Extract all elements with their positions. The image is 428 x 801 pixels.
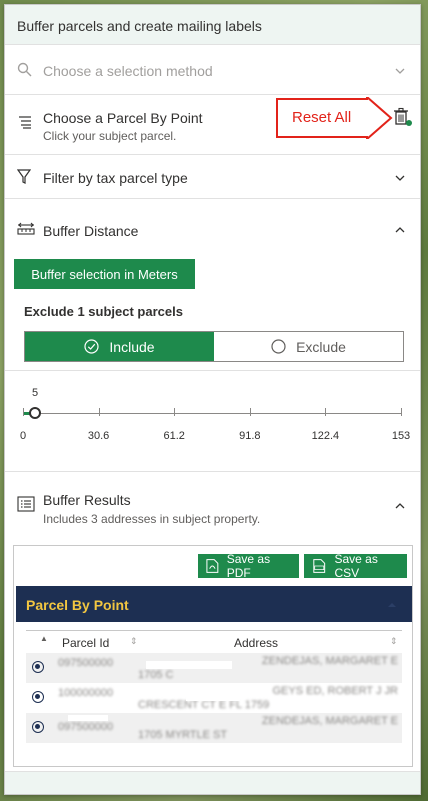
parcel-id-cell: 100000000 [58, 687, 114, 699]
slider-value: 5 [32, 387, 39, 399]
filter-row[interactable]: Filter by tax parcel type [5, 155, 420, 199]
slider-tick-label: 122.4 [311, 430, 340, 442]
redaction [186, 693, 240, 701]
ruler-icon [17, 222, 35, 235]
exclude-option[interactable]: Exclude [214, 332, 403, 361]
slider-tick-label: 61.2 [163, 430, 185, 442]
address-line-2: 1705 C [138, 669, 174, 681]
row-select-radio[interactable] [32, 691, 44, 703]
chevron-down-icon [395, 68, 405, 74]
list-icon [19, 116, 31, 129]
pdf-file-icon [206, 559, 219, 573]
slider-tick [249, 408, 251, 416]
row-select-radio[interactable] [32, 721, 44, 733]
save-pdf-label: Save as PDF [226, 552, 271, 580]
parcel-id-cell: 097500000 [58, 657, 114, 669]
parcel-by-point-title: Choose a Parcel By Point [43, 110, 203, 126]
include-exclude-toggle: Include Exclude [24, 331, 404, 362]
radio-empty-icon [271, 339, 286, 354]
include-label: Include [109, 338, 155, 355]
parcel-group-title: Parcel By Point [26, 597, 129, 613]
slider-tick-label: 91.8 [239, 430, 261, 442]
slider-tick-label: 153 [391, 430, 411, 442]
buffer-panel: Buffer parcels and create mailing labels… [4, 4, 421, 795]
slider-tick [325, 408, 327, 416]
parcel-id-cell: 097500000 [58, 721, 114, 733]
search-icon [17, 62, 32, 77]
buffer-results-subtitle: Includes 3 addresses in subject property… [43, 512, 261, 526]
redaction [146, 661, 232, 669]
panel-header: Buffer parcels and create mailing labels [5, 5, 420, 45]
slider-tick [174, 408, 176, 416]
slider-tick [23, 408, 24, 416]
parcel-group-header[interactable]: Parcel By Point [16, 586, 412, 622]
chevron-down-icon [395, 175, 405, 181]
address-line-1: GEYS ED, ROBERT J JR [272, 685, 398, 697]
row-select-radio[interactable] [32, 661, 44, 673]
slider-tick [98, 408, 100, 416]
panel-title: Buffer parcels and create mailing labels [17, 18, 262, 34]
address-line-2: 1705 MYRTLE ST [138, 729, 228, 741]
buffer-distance-title: Buffer Distance [43, 223, 139, 239]
exclude-label: Exclude [296, 338, 346, 355]
include-option[interactable]: Include [25, 332, 214, 361]
table-row[interactable]: 097500000 ZENDEJAS, MARGARET E 1705 C [26, 653, 402, 683]
table-row[interactable]: 097500000 ZENDEJAS, MARGARET E 1705 MYRT… [26, 713, 402, 743]
results-list-icon [17, 496, 35, 512]
divider [5, 370, 420, 371]
filter-title: Filter by tax parcel type [43, 170, 188, 186]
csv-file-icon [313, 559, 326, 573]
address-line-2: CRESCENT CT E FL 1759 [138, 699, 270, 711]
address-line-1: ZENDEJAS, MARGARET E [261, 715, 398, 727]
table-row[interactable]: 100000000 GEYS ED, ROBERT J JR CRESCENT … [26, 683, 402, 713]
save-pdf-button[interactable]: Save as PDF [198, 552, 299, 580]
trash-icon[interactable] [391, 106, 413, 128]
buffer-slider-track[interactable] [23, 413, 401, 414]
check-circle-icon [84, 339, 100, 354]
slider-tick-label: 0 [19, 430, 27, 442]
sort-icon[interactable]: ▲ [40, 634, 48, 654]
buffer-units-button[interactable]: Buffer selection in Meters [14, 259, 195, 289]
results-table: ▲ Parcel Id ⇕ Address ⇕ 097500000 ZENDEJ… [26, 630, 402, 743]
save-csv-label: Save as CSV [334, 552, 378, 580]
chevron-up-icon[interactable] [394, 224, 406, 236]
selection-method-label: Choose a selection method [43, 63, 213, 79]
buffer-results-title: Buffer Results [43, 492, 131, 508]
chevron-up-icon[interactable] [394, 500, 406, 512]
selection-method-row[interactable]: Choose a selection method [5, 45, 420, 95]
collapse-icon[interactable] [386, 600, 398, 610]
redaction [68, 715, 108, 721]
filter-icon [17, 169, 31, 184]
exclude-title: Exclude 1 subject parcels [24, 304, 183, 319]
results-box: Save as PDF Save as CSV Parcel By Point … [13, 545, 413, 767]
reset-all-label: Reset All [292, 109, 352, 126]
panel-footer [5, 771, 420, 794]
save-csv-button[interactable]: Save as CSV [304, 552, 407, 580]
parcel-by-point-subtitle: Click your subject parcel. [43, 129, 177, 143]
slider-tick [401, 408, 402, 416]
slider-tick-label: 30.6 [87, 430, 110, 442]
buffer-results-row[interactable]: Buffer Results Includes 3 addresses in s… [5, 471, 420, 543]
